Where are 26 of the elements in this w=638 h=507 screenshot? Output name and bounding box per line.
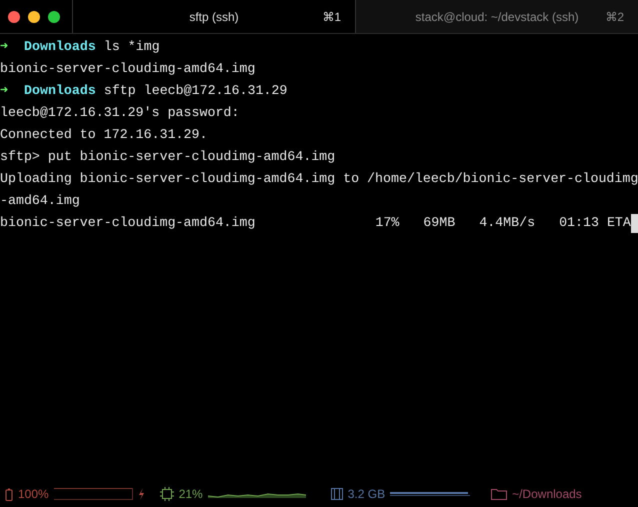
output-line: Connected to 172.16.31.29. [0,126,208,144]
output-line: Uploading bionic-server-cloudimg-amd64.img to /home/leecb/bionic-server-cloudimg [0,170,638,188]
tab-title: stack@cloud: ~/devstack (ssh) [415,10,579,24]
upload-filename: bionic-server-cloudimg-amd64.img [0,214,256,232]
uploaded-size: 69MB [423,214,456,232]
output-line: -amd64.img [0,192,80,210]
tab-shortcut: ⌘1 [322,10,341,24]
command-text: sftp leecb@172.16.31.29 [104,82,288,100]
current-directory: ~/Downloads [512,487,582,501]
prompt-arrow: ➜ [0,82,8,100]
tab-shortcut: ⌘2 [605,10,624,24]
tab[interactable]: stack@cloud: ~/devstack (ssh) ⌘2 [355,0,638,33]
battery-percent: 100% [18,487,49,501]
upload-percent: 17% [375,214,400,232]
output-line: leecb@172.16.31.29's password: [0,104,240,122]
memory-usage: 3.2 GB [348,487,386,501]
output-line: bionic-server-cloudimg-amd64.img [0,60,256,78]
prompt-directory: Downloads [24,82,96,100]
prompt-directory: Downloads [24,38,96,56]
prompt-arrow: ➜ [0,38,8,56]
command-text: ls *img [104,38,160,56]
tab-title: sftp (ssh) [189,10,239,24]
cpu-percent: 21% [178,487,203,501]
transfer-rate: 4.4MB/s [479,214,536,232]
upload-eta: 01:13 ETA [559,214,631,232]
output-line: sftp> put bionic-server-cloudimg-amd64.img [0,148,336,166]
